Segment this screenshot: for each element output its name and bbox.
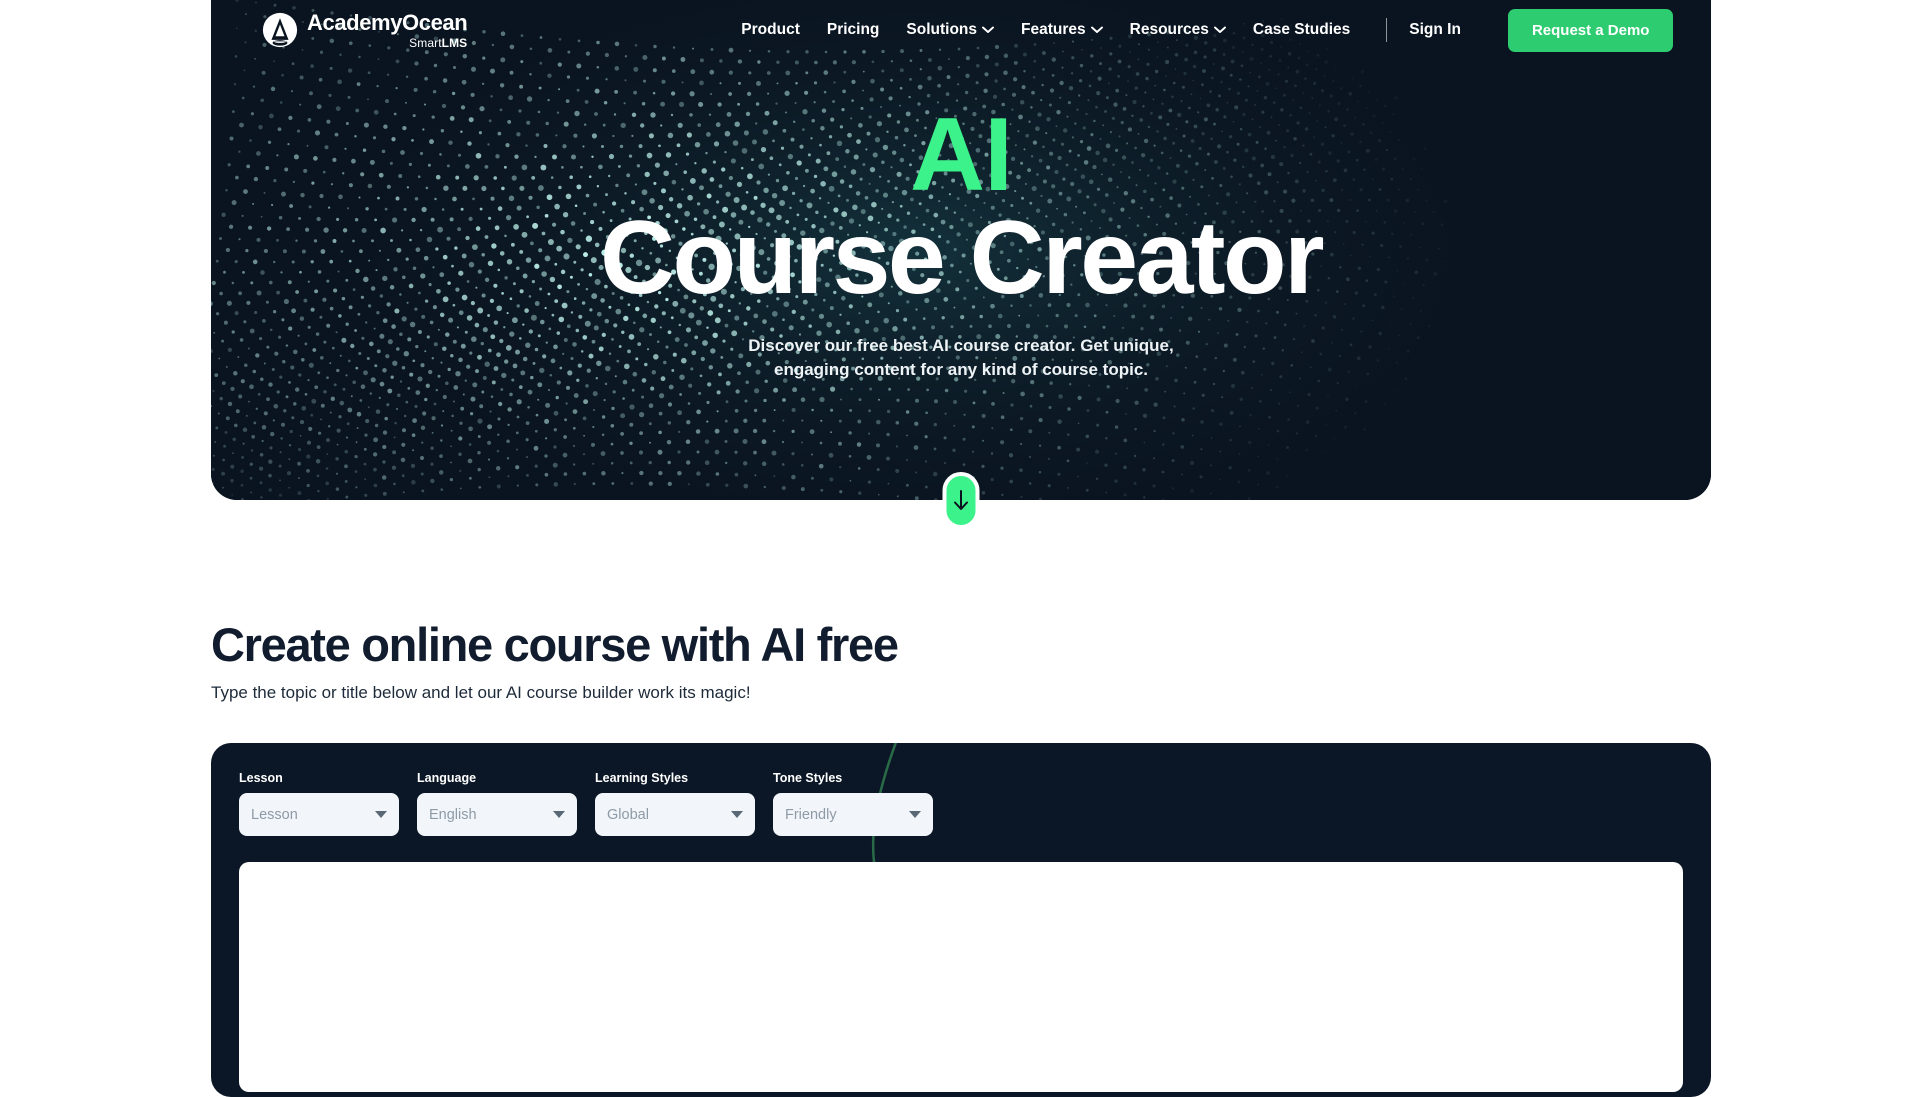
- nav-item-label: Pricing: [826, 21, 880, 38]
- chevron-down-icon: [731, 811, 743, 819]
- generator-controls: Lesson Lesson Language English Learning …: [239, 771, 1683, 837]
- nav-item-features[interactable]: Features: [1021, 21, 1103, 39]
- brand-tagline-bold: LMS: [441, 35, 468, 50]
- nav-item-label: Solutions: [906, 21, 978, 38]
- brand-name-part1: Academy: [307, 9, 403, 35]
- language-select-value: English: [429, 806, 477, 823]
- language-select[interactable]: English: [417, 793, 577, 837]
- nav-item-pricing[interactable]: Pricing: [827, 21, 880, 39]
- hero-content: AI Course Creator Discover our free best…: [211, 97, 1711, 382]
- page-subtitle: Type the topic or title below and let ou…: [211, 683, 751, 703]
- field-lesson: Lesson Lesson: [239, 771, 399, 837]
- chevron-down-icon: [909, 811, 921, 819]
- field-learning-styles: Learning Styles Global: [595, 771, 755, 837]
- sign-in-link[interactable]: Sign In: [1409, 21, 1461, 39]
- nav-right-group: Sign In Request a Demo: [1364, 8, 1674, 52]
- hero-subtitle-line2: engaging content for any kind of course …: [773, 359, 1149, 379]
- brand-logo[interactable]: AcademyOcean SmartLMS: [262, 9, 468, 49]
- page-title: Create online course with AI free: [211, 618, 899, 671]
- brand-tagline-light: Smart: [409, 35, 442, 50]
- learning-styles-select[interactable]: Global: [595, 793, 755, 837]
- field-label-learning-styles: Learning Styles: [595, 771, 689, 786]
- hero-title-accent: AI: [910, 97, 1013, 213]
- nav-item-solutions[interactable]: Solutions: [906, 21, 994, 39]
- field-label-language: Language: [417, 771, 477, 786]
- chevron-down-icon: [1090, 26, 1103, 33]
- learning-styles-select-value: Global: [607, 806, 649, 823]
- tone-styles-select[interactable]: Friendly: [773, 793, 933, 837]
- chevron-down-icon: [375, 811, 387, 819]
- brand-tagline: SmartLMS: [307, 37, 467, 49]
- brand-name: AcademyOcean: [307, 9, 468, 35]
- nav-divider: [1386, 18, 1388, 42]
- chevron-down-icon: [1213, 26, 1226, 33]
- arrow-down-icon: [954, 490, 968, 510]
- field-label-lesson: Lesson: [239, 771, 283, 786]
- course-creator-section: Create online course with AI free Type t…: [211, 620, 1711, 1097]
- hero-title-main: Course Creator: [599, 199, 1325, 316]
- request-demo-button[interactable]: Request a Demo: [1507, 8, 1674, 52]
- nav-item-label: Case Studies: [1252, 21, 1351, 38]
- lesson-select[interactable]: Lesson: [239, 793, 399, 837]
- nav-item-product[interactable]: Product: [741, 21, 800, 39]
- academyocean-circle-a-icon: [262, 12, 298, 48]
- field-label-tone-styles: Tone Styles: [773, 771, 843, 786]
- hero-subtitle: Discover our free best AI course creator…: [211, 334, 1711, 382]
- course-generator-panel: Lesson Lesson Language English Learning …: [211, 743, 1711, 1097]
- brand-name-part2: Ocean: [402, 9, 468, 35]
- nav-links: Product Pricing Solutions Features Resou…: [741, 21, 1350, 39]
- course-topic-textarea[interactable]: [239, 862, 1683, 1093]
- hero-subtitle-line1: Discover our free best AI course creator…: [748, 335, 1174, 355]
- nav-item-resources[interactable]: Resources: [1130, 21, 1226, 39]
- nav-item-label: Features: [1021, 21, 1086, 38]
- tone-styles-select-value: Friendly: [785, 806, 837, 823]
- lesson-select-value: Lesson: [251, 806, 298, 823]
- hero-section: AcademyOcean SmartLMS Product Pricing So…: [211, 0, 1711, 500]
- chevron-down-icon: [553, 811, 565, 819]
- field-language: Language English: [417, 771, 577, 837]
- scroll-down-button[interactable]: [942, 472, 980, 529]
- nav-item-case-studies[interactable]: Case Studies: [1253, 21, 1350, 39]
- field-tone-styles: Tone Styles Friendly: [773, 771, 933, 837]
- chevron-down-icon: [982, 26, 994, 33]
- nav-item-label: Product: [741, 21, 800, 38]
- nav-item-label: Resources: [1129, 21, 1209, 38]
- top-navigation: AcademyOcean SmartLMS Product Pricing So…: [211, 0, 1711, 60]
